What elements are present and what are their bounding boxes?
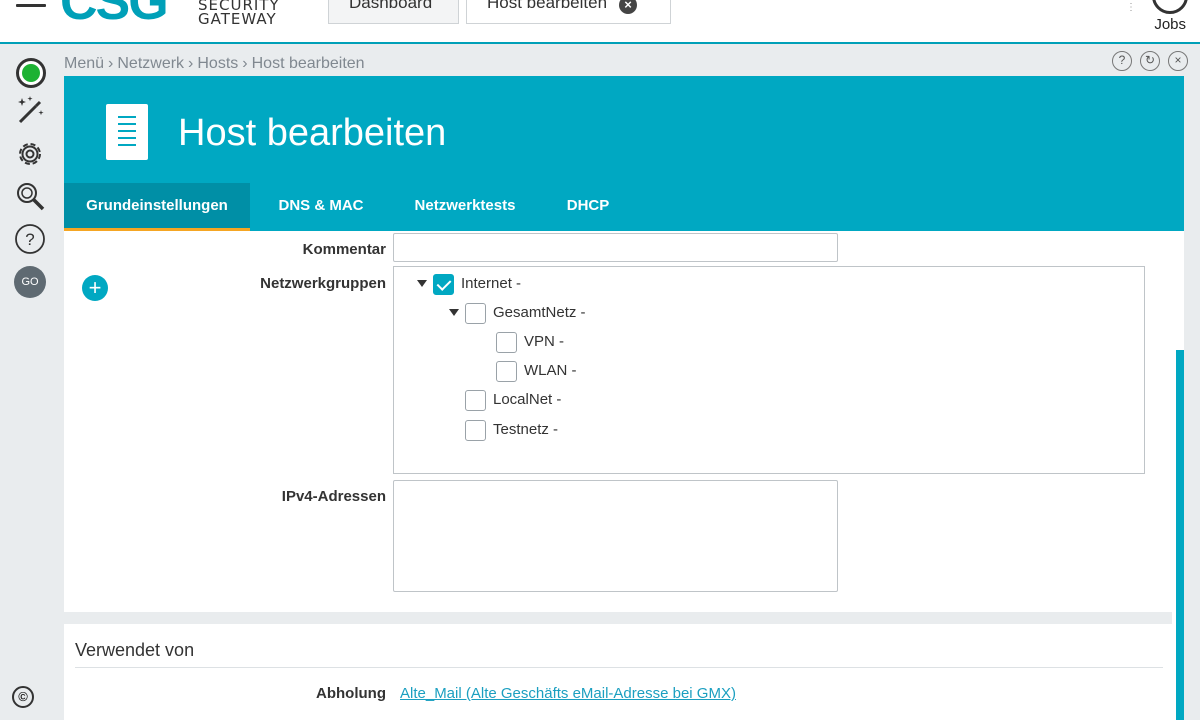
refresh-icon[interactable]: ↻ <box>1140 51 1160 71</box>
hamburger-menu-icon[interactable] <box>16 0 46 10</box>
jobs-icon[interactable] <box>1152 0 1188 14</box>
kommentar-input[interactable] <box>393 233 838 262</box>
divider <box>75 667 1163 668</box>
netzwerkgruppen-label: Netzwerkgruppen <box>260 275 386 292</box>
checkbox-localnet[interactable] <box>465 390 486 411</box>
ipv4-label: IPv4-Adressen <box>281 488 386 505</box>
help-icon[interactable]: ? <box>1112 51 1132 71</box>
tree-node-label: Testnetz - <box>493 421 559 438</box>
add-button[interactable]: + <box>82 275 108 301</box>
breadcrumb-separator: › <box>108 55 114 72</box>
breadcrumb-item-current: Host bearbeiten <box>251 55 365 72</box>
checkbox-testnetz[interactable] <box>465 420 486 441</box>
close-icon[interactable]: × <box>1168 51 1188 71</box>
checkbox-gesamtnetz[interactable] <box>465 303 486 324</box>
tab-dns-mac[interactable]: DNS & MAC <box>268 183 374 231</box>
logo-line-2: GATEWAY <box>198 10 277 28</box>
top-tab-label: Host bearbeiten <box>487 0 608 12</box>
caret-down-icon[interactable] <box>417 280 427 287</box>
tree-node-label: LocalNet - <box>493 391 562 408</box>
usage-label: Abholung <box>316 685 386 702</box>
tree-node-label: GesamtNetz - <box>493 304 586 321</box>
breadcrumb-item-menu[interactable]: Menü <box>64 55 104 72</box>
breadcrumb-item-netzwerk[interactable]: Netzwerk <box>117 55 184 72</box>
page-header: Host bearbeiten Grundeinstellungen DNS &… <box>64 76 1184 231</box>
copyright-icon[interactable]: © <box>12 686 34 708</box>
breadcrumb-separator: › <box>188 55 194 72</box>
page-title: Host bearbeiten <box>178 112 447 154</box>
gear-icon[interactable] <box>14 138 46 170</box>
checkbox-wlan[interactable] <box>496 361 517 382</box>
search-icon[interactable] <box>14 180 46 212</box>
kommentar-label: Kommentar <box>302 241 386 258</box>
top-tab-dashboard[interactable]: Dashboard <box>328 0 459 24</box>
checkbox-vpn[interactable] <box>496 332 517 353</box>
logo-mark: CSG <box>60 0 169 31</box>
tree-node-label: VPN - <box>524 333 565 350</box>
ipv4-textarea[interactable] <box>393 480 838 592</box>
tab-grundeinstellungen[interactable]: Grundeinstellungen <box>64 183 250 231</box>
tree-node-label: Internet - <box>461 275 522 292</box>
help-icon[interactable]: ? <box>14 223 46 255</box>
logo-text: SECURITY GATEWAY <box>198 0 280 28</box>
svg-text:?: ? <box>25 230 34 249</box>
magic-wand-icon[interactable] <box>14 94 46 126</box>
tab-netzwerktests[interactable]: Netzwerktests <box>404 183 526 231</box>
form-panel: + Kommentar Netzwerkgruppen Internet - G… <box>64 231 1172 612</box>
usage-link[interactable]: Alte_Mail (Alte Geschäfts eMail-Adresse … <box>400 685 736 702</box>
breadcrumb-item-hosts[interactable]: Hosts <box>197 55 238 72</box>
top-bar: CSG SECURITY GATEWAY Dashboard Host bear… <box>0 0 1200 44</box>
breadcrumb: Menü › Netzwerk › Hosts › Host bearbeiten <box>64 55 365 73</box>
tree-node-label: WLAN - <box>524 362 577 379</box>
scrollbar-thumb[interactable] <box>1176 350 1184 720</box>
close-icon[interactable]: × <box>619 0 638 14</box>
status-indicator-icon[interactable] <box>16 58 46 88</box>
document-icon <box>106 104 148 160</box>
top-tab-host-bearbeiten[interactable]: Host bearbeiten × <box>466 0 671 24</box>
left-rail: ? GO © <box>0 46 60 720</box>
caret-down-icon[interactable] <box>449 309 459 316</box>
jobs-label[interactable]: Jobs <box>1154 16 1186 33</box>
top-tab-label: Dashboard <box>349 0 433 12</box>
used-by-title: Verwendet von <box>75 640 195 660</box>
tab-dhcp[interactable]: DHCP <box>558 183 618 231</box>
window-controls: ? ↻ × <box>1104 51 1188 71</box>
more-icon[interactable]: ⋮ <box>1126 2 1136 13</box>
checkbox-internet[interactable] <box>433 274 454 295</box>
breadcrumb-separator: › <box>242 55 248 72</box>
network-group-tree[interactable]: Internet - GesamtNetz - VPN - WLAN - Loc… <box>393 266 1145 474</box>
used-by-panel: Verwendet von Abholung Alte_Mail (Alte G… <box>64 624 1172 720</box>
go-button[interactable]: GO <box>14 266 46 298</box>
